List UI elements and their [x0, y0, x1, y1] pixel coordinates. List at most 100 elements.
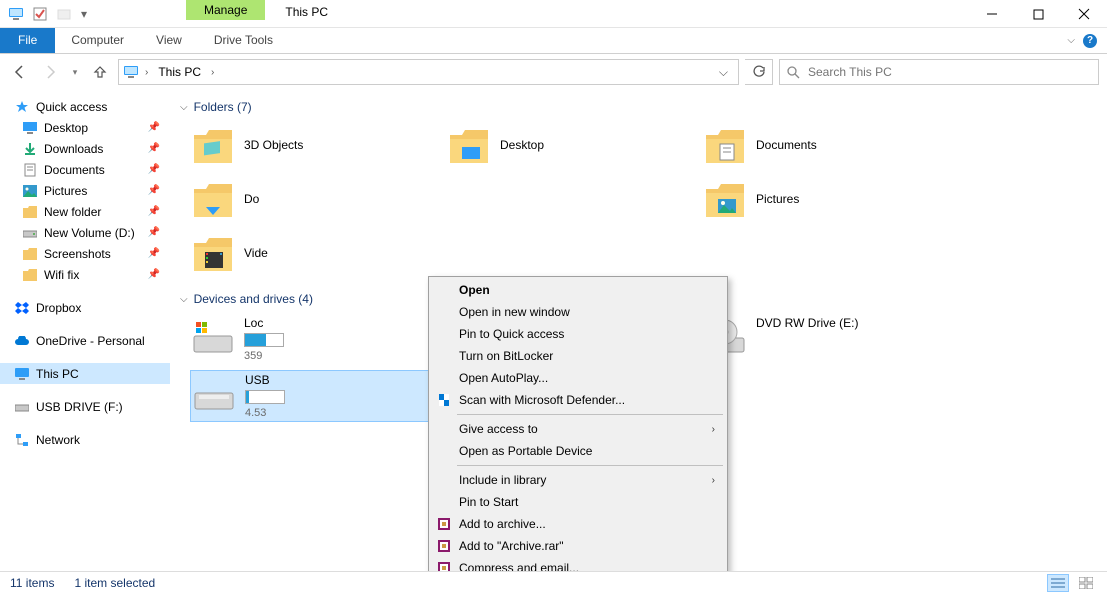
sidebar-item-label: Screenshots: [44, 247, 111, 261]
folder-icon: [192, 233, 234, 275]
chevron-right-icon: ›: [712, 424, 715, 435]
ctx-open-new-window[interactable]: Open in new window: [431, 301, 725, 323]
sidebar-item-desktop[interactable]: Desktop 📌: [0, 117, 170, 138]
chevron-right-icon[interactable]: ›: [143, 67, 150, 78]
drive-name: Loc: [244, 316, 438, 330]
folder-icon: [22, 246, 38, 262]
sidebar-item-label: Documents: [44, 163, 105, 177]
qat-dropdown-icon[interactable]: ▾: [78, 4, 90, 24]
chevron-down-icon[interactable]: ⌵: [713, 65, 734, 80]
drive-item-dvd-e[interactable]: DVD DVD RW Drive (E:): [702, 314, 952, 364]
chevron-down-icon[interactable]: ⌵: [1067, 35, 1075, 46]
pin-icon: 📌: [148, 269, 160, 280]
back-button[interactable]: [8, 60, 32, 84]
pin-icon: 📌: [148, 185, 160, 196]
maximize-button[interactable]: [1015, 0, 1061, 28]
download-icon: [22, 141, 38, 157]
file-tab[interactable]: File: [0, 28, 55, 53]
folder-label: Desktop: [500, 138, 544, 154]
sidebar-item-downloads[interactable]: Downloads 📌: [0, 138, 170, 159]
chevron-right-icon[interactable]: ›: [209, 67, 216, 78]
search-box[interactable]: [779, 59, 1099, 85]
ctx-pin-start[interactable]: Pin to Start: [431, 491, 725, 513]
up-button[interactable]: [88, 60, 112, 84]
ctx-compress-email[interactable]: Compress and email...: [431, 557, 725, 571]
minimize-button[interactable]: [969, 0, 1015, 28]
drive-name: DVD RW Drive (E:): [756, 316, 950, 330]
ctx-portable-device[interactable]: Open as Portable Device: [431, 440, 725, 462]
cloud-icon: [14, 333, 30, 349]
folder-icon: [22, 267, 38, 283]
ctx-add-rar[interactable]: Add to "Archive.rar": [431, 535, 725, 557]
ribbon-tabs: File Computer View Drive Tools ⌵ ?: [0, 28, 1107, 54]
ctx-include-library[interactable]: Include in library›: [431, 469, 725, 491]
folder-item-pictures[interactable]: Pictures: [702, 176, 952, 224]
status-selection: 1 item selected: [74, 576, 155, 590]
details-view-button[interactable]: [1047, 574, 1069, 592]
folder-label: Vide: [244, 246, 268, 262]
sidebar-item-dropbox[interactable]: Dropbox: [0, 297, 170, 318]
sidebar-item-wifi-fix[interactable]: Wifi fix 📌: [0, 264, 170, 285]
capacity-bar: [244, 333, 284, 347]
sidebar-item-label: Downloads: [44, 142, 103, 156]
group-header-folders[interactable]: ⌵ Folders (7): [180, 96, 1097, 118]
help-icon[interactable]: ?: [1083, 34, 1097, 48]
sidebar-item-new-volume-d[interactable]: New Volume (D:) 📌: [0, 222, 170, 243]
ctx-give-access[interactable]: Give access to›: [431, 418, 725, 440]
sidebar-item-new-folder[interactable]: New folder 📌: [0, 201, 170, 222]
monitor-icon: [22, 120, 38, 136]
ctx-defender[interactable]: Scan with Microsoft Defender...: [431, 389, 725, 411]
folder-icon: [192, 125, 234, 167]
sidebar-item-pictures[interactable]: Pictures 📌: [0, 180, 170, 201]
folder-icon: [22, 204, 38, 220]
search-input[interactable]: [806, 64, 1092, 80]
folder-item-desktop[interactable]: Desktop: [446, 122, 696, 170]
monitor-icon[interactable]: [6, 4, 26, 24]
sidebar-item-onedrive[interactable]: OneDrive - Personal: [0, 330, 170, 351]
recent-dropdown[interactable]: ▾: [68, 60, 82, 84]
new-item-icon[interactable]: [54, 4, 74, 24]
manage-context-tab[interactable]: Manage: [186, 0, 265, 20]
group-title: Devices and drives (4): [194, 292, 313, 306]
sidebar-item-this-pc[interactable]: This PC: [0, 363, 170, 384]
properties-icon[interactable]: [30, 4, 50, 24]
ctx-autoplay[interactable]: Open AutoPlay...: [431, 367, 725, 389]
sidebar-item-quick-access[interactable]: Quick access: [0, 96, 170, 117]
folder-item-videos[interactable]: Vide: [190, 230, 440, 278]
capacity-bar: [245, 390, 285, 404]
ctx-open[interactable]: Open: [431, 279, 725, 301]
breadcrumb-segment[interactable]: This PC: [154, 63, 205, 81]
folder-label: 3D Objects: [244, 138, 303, 154]
archive-icon: [435, 515, 453, 533]
tiles-view-button[interactable]: [1075, 574, 1097, 592]
sidebar-item-label: Dropbox: [36, 301, 81, 315]
drive-tools-tab[interactable]: Drive Tools: [198, 28, 289, 53]
folder-item-3d-objects[interactable]: 3D Objects: [190, 122, 440, 170]
sidebar-item-label: Desktop: [44, 121, 88, 135]
sidebar-item-documents[interactable]: Documents 📌: [0, 159, 170, 180]
view-tab[interactable]: View: [140, 28, 198, 53]
forward-button[interactable]: [38, 60, 62, 84]
folder-item-documents[interactable]: Documents: [702, 122, 952, 170]
ctx-pin-quick-access[interactable]: Pin to Quick access: [431, 323, 725, 345]
sidebar-item-network[interactable]: Network: [0, 429, 170, 450]
address-bar[interactable]: › This PC › ⌵: [118, 59, 739, 85]
folder-icon: [704, 125, 746, 167]
close-button[interactable]: [1061, 0, 1107, 28]
drive-item-usb-f[interactable]: USB 4.53: [190, 370, 440, 422]
archive-icon: [435, 559, 453, 571]
ctx-bitlocker[interactable]: Turn on BitLocker: [431, 345, 725, 367]
chevron-right-icon: ›: [712, 475, 715, 486]
folder-item-downloads[interactable]: Do: [190, 176, 440, 224]
computer-tab[interactable]: Computer: [55, 28, 140, 53]
ctx-add-archive[interactable]: Add to archive...: [431, 513, 725, 535]
drive-item-local-c[interactable]: Loc 359: [190, 314, 440, 364]
sidebar-item-label: OneDrive - Personal: [36, 334, 145, 348]
sidebar-item-label: USB DRIVE (F:): [36, 400, 123, 414]
sidebar-item-screenshots[interactable]: Screenshots 📌: [0, 243, 170, 264]
sidebar-item-usb-drive[interactable]: USB DRIVE (F:): [0, 396, 170, 417]
image-icon: [22, 183, 38, 199]
pin-icon: 📌: [148, 206, 160, 217]
quick-access-toolbar: ▾: [0, 0, 96, 28]
refresh-button[interactable]: [745, 59, 773, 85]
